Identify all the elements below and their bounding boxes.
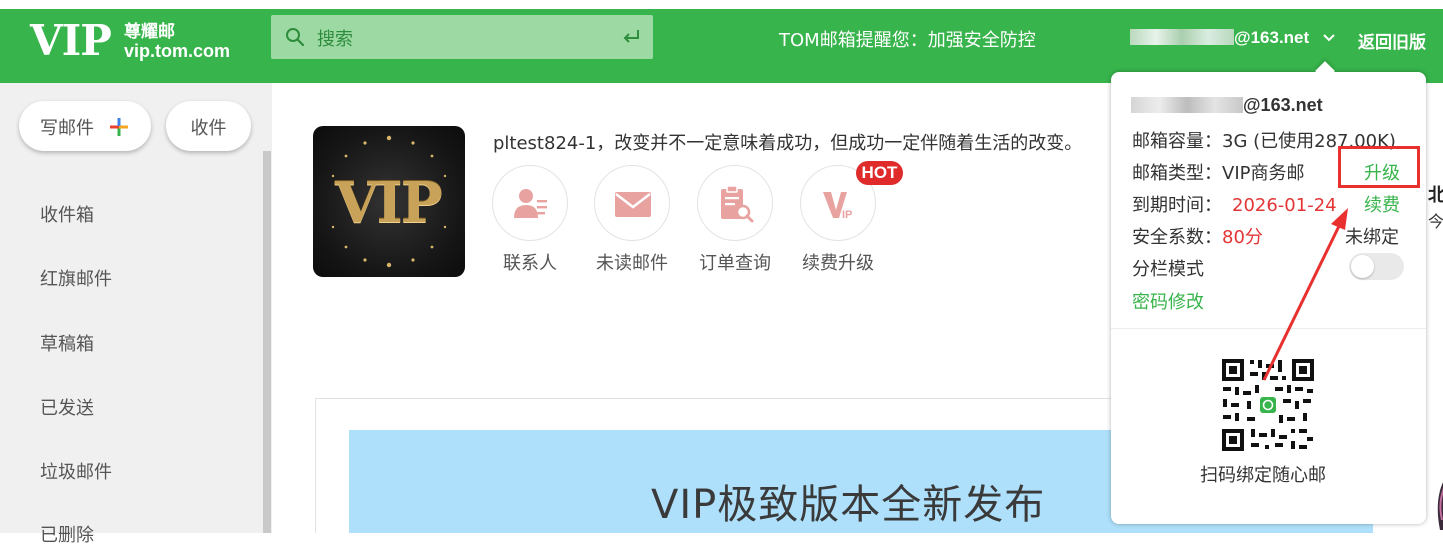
popup-divider bbox=[1111, 328, 1426, 329]
renew-link[interactable]: 续费 bbox=[1364, 191, 1400, 217]
capacity-label: 邮箱容量： bbox=[1132, 131, 1222, 152]
type-value: VIP商务邮 bbox=[1222, 163, 1305, 184]
quick-action-label: 联系人 bbox=[503, 253, 557, 274]
receive-button[interactable]: 收件 bbox=[166, 101, 251, 151]
search-box[interactable]: 搜索 bbox=[271, 15, 653, 59]
user-tagline: pltest824-1，改变并不一定意味着成功，但成功一定伴随着生活的改变。 bbox=[493, 133, 1083, 154]
expire-label: 到期时间： bbox=[1132, 195, 1222, 216]
sidebar: 写邮件 收件 收件箱 红旗邮件 草稿箱 已发送 垃圾邮件 已删除 bbox=[0, 83, 272, 546]
compose-label: 写邮件 bbox=[40, 118, 94, 139]
sidebar-item-deleted[interactable]: 已删除 bbox=[40, 521, 94, 547]
account-domain: @163.net bbox=[1234, 28, 1310, 47]
account-name-blurred bbox=[1130, 29, 1234, 45]
order-search-icon bbox=[721, 185, 754, 223]
qr-code bbox=[1220, 357, 1316, 453]
banner-title: VIP极致版本全新发布 bbox=[651, 482, 1046, 528]
sidebar-scrollbar[interactable] bbox=[263, 151, 271, 533]
search-input[interactable]: 搜索 bbox=[317, 25, 353, 51]
security-value: 80分 bbox=[1222, 227, 1263, 248]
change-password-link[interactable]: 密码修改 bbox=[1132, 288, 1204, 314]
vip-card-logo: VIP bbox=[313, 126, 465, 277]
expire-value: 2026-01-24 bbox=[1232, 195, 1337, 216]
logo-brand-name: 尊耀邮 bbox=[124, 22, 175, 42]
quick-action-label: 订单查询 bbox=[699, 253, 771, 274]
top-strip bbox=[0, 0, 1443, 9]
logo-url: vip.tom.com bbox=[124, 41, 231, 61]
svg-text:IP: IP bbox=[842, 209, 852, 221]
sidebar-item-spam[interactable]: 垃圾邮件 bbox=[40, 458, 112, 484]
back-to-old-version-link[interactable]: 返回旧版 bbox=[1358, 28, 1426, 53]
email-blurred bbox=[1131, 97, 1243, 113]
logo-vip[interactable]: VIP bbox=[30, 16, 112, 65]
vip-renew-icon: IP bbox=[823, 192, 852, 221]
security-label: 安全系数： bbox=[1132, 227, 1222, 248]
quick-action-contacts[interactable]: 联系人 bbox=[492, 165, 568, 275]
enter-icon[interactable] bbox=[621, 27, 641, 47]
plus-icon bbox=[110, 118, 128, 136]
popup-email: @163.net bbox=[1131, 95, 1323, 116]
type-label: 邮箱类型： bbox=[1132, 163, 1222, 184]
security-notice: TOM邮箱提醒您：加强安全防控 bbox=[779, 30, 1036, 51]
quick-action-orders[interactable]: 订单查询 bbox=[697, 165, 773, 275]
quick-action-label: 续费升级 bbox=[802, 253, 874, 274]
right-panel-peek-title: 北 bbox=[1428, 185, 1443, 206]
quick-action-unread[interactable]: 未读邮件 bbox=[594, 165, 670, 275]
qr-caption: 扫码绑定随心邮 bbox=[1200, 465, 1326, 486]
hot-badge: HOT bbox=[856, 161, 903, 185]
sidebar-item-flagged[interactable]: 红旗邮件 bbox=[40, 265, 112, 291]
illustration-peek bbox=[1437, 482, 1443, 530]
sidebar-item-sent[interactable]: 已发送 bbox=[40, 394, 94, 420]
sidebar-item-inbox[interactable]: 收件箱 bbox=[40, 201, 94, 227]
search-icon bbox=[286, 28, 305, 47]
quick-action-label: 未读邮件 bbox=[596, 253, 668, 274]
sidebar-item-drafts[interactable]: 草稿箱 bbox=[40, 330, 94, 356]
right-panel-peek-text: 今 bbox=[1428, 212, 1443, 231]
type-row: 邮箱类型：VIP商务邮 bbox=[1132, 159, 1304, 185]
bind-status[interactable]: 未绑定 bbox=[1345, 223, 1399, 249]
security-row: 安全系数：80分 bbox=[1132, 223, 1263, 249]
account-menu[interactable]: @163.net bbox=[1130, 28, 1336, 48]
split-mode-label: 分栏模式 bbox=[1132, 259, 1204, 280]
split-mode-toggle[interactable] bbox=[1349, 253, 1404, 280]
highlight-box bbox=[1338, 146, 1420, 188]
popup-email-domain: @163.net bbox=[1243, 95, 1323, 115]
chevron-down-icon bbox=[1323, 34, 1335, 42]
compose-button[interactable]: 写邮件 bbox=[19, 101, 151, 151]
expire-row: 到期时间： 2026-01-24 bbox=[1132, 191, 1337, 217]
contact-icon bbox=[514, 189, 547, 218]
mail-icon bbox=[615, 192, 651, 217]
vip-card-text: VIP bbox=[335, 170, 443, 236]
